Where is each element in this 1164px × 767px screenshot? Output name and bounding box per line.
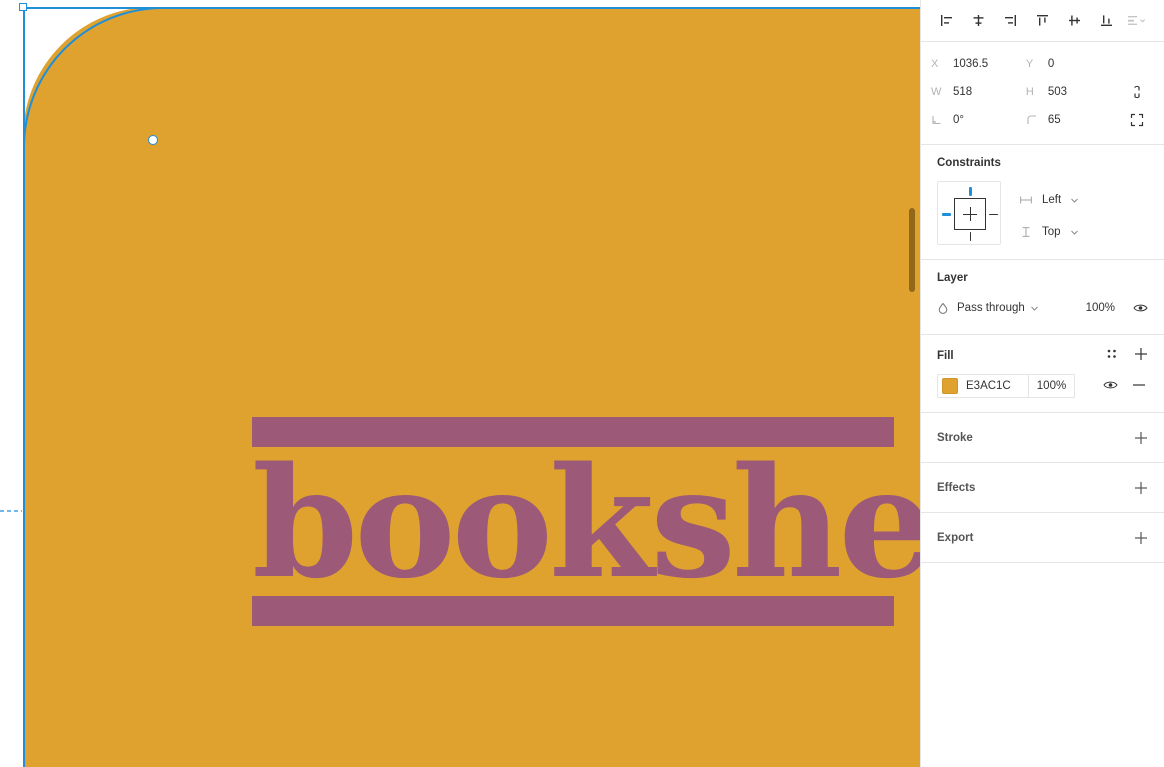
align-horizontal-centers-icon[interactable] — [963, 7, 995, 35]
y-field[interactable]: Y 0 — [1026, 52, 1121, 76]
x-field[interactable]: X 1036.5 — [931, 52, 1026, 76]
selection-outline-top — [23, 7, 920, 9]
add-stroke-button[interactable] — [1134, 431, 1148, 445]
fill-color-input[interactable]: E3AC1C 100% — [937, 374, 1075, 398]
fill-hex-value[interactable]: E3AC1C — [966, 380, 1028, 392]
fill-styles-icon[interactable] — [1106, 348, 1118, 363]
selection-outline-left — [23, 7, 25, 767]
angle-icon — [931, 114, 953, 126]
fill-swatch[interactable] — [942, 378, 958, 394]
h-value: 503 — [1047, 86, 1068, 98]
effects-section: Effects — [921, 463, 1164, 512]
constraints-widget[interactable] — [937, 181, 1001, 245]
visibility-eye-icon[interactable] — [1133, 302, 1148, 314]
size-row: W 518 H 503 — [931, 78, 1154, 106]
constraint-handle-right[interactable] — [989, 213, 998, 215]
resize-handle-top-left[interactable] — [19, 3, 27, 11]
align-toolbar — [921, 0, 1164, 41]
add-effect-button[interactable] — [1134, 481, 1148, 495]
constraints-title: Constraints — [937, 157, 1001, 169]
corner-radius-value: 65 — [1047, 114, 1061, 126]
rotation-value: 0° — [953, 114, 964, 126]
geometry-properties: X 1036.5 Y 0 W 518 H 503 0° 65 — [921, 42, 1164, 144]
vertical-constraint-icon — [1019, 226, 1033, 238]
constraint-handle-left[interactable] — [942, 213, 951, 216]
corner-radius-handle[interactable] — [148, 135, 158, 145]
stroke-title: Stroke — [937, 431, 973, 444]
constraints-center-v — [969, 207, 971, 221]
align-bottom-icon[interactable] — [1090, 7, 1122, 35]
alignment-guide — [0, 510, 22, 512]
remove-fill-button[interactable] — [1132, 378, 1146, 395]
fill-title: Fill — [937, 349, 954, 362]
vertical-constraint-value: Top — [1042, 226, 1061, 238]
w-value: 518 — [953, 86, 973, 98]
fill-section: Fill E3AC1C 100% — [921, 335, 1164, 412]
x-value: 1036.5 — [953, 58, 989, 70]
proportion-lock-icon[interactable] — [1121, 84, 1154, 100]
effects-title: Effects — [937, 481, 976, 494]
independent-corners-icon[interactable] — [1121, 113, 1154, 127]
constraint-handle-top[interactable] — [969, 187, 972, 196]
height-field[interactable]: H 503 — [1026, 80, 1121, 104]
align-vertical-centers-icon[interactable] — [1058, 7, 1090, 35]
vertical-constraint-select[interactable]: Top — [1019, 221, 1079, 243]
fill-opacity-value[interactable]: 100% — [1028, 374, 1074, 398]
x-label: X — [931, 58, 939, 70]
rotation-radius-row: 0° 65 — [931, 106, 1154, 134]
h-label: H — [1025, 86, 1034, 98]
rotation-field[interactable]: 0° — [931, 108, 1026, 132]
chevron-down-icon — [1070, 228, 1079, 237]
properties-panel: X 1036.5 Y 0 W 518 H 503 0° 65 Constrain… — [920, 0, 1164, 767]
corner-radius-field[interactable]: 65 — [1026, 108, 1121, 132]
logo-wordmark: bookshelf — [252, 433, 920, 612]
horizontal-constraint-icon — [1019, 194, 1033, 206]
distribute-more-icon[interactable] — [1122, 7, 1154, 35]
chevron-down-icon[interactable] — [1030, 304, 1039, 313]
design-canvas[interactable]: bookshelf — [0, 0, 920, 767]
layer-opacity-value[interactable]: 100% — [1086, 302, 1133, 314]
layer-title: Layer — [937, 272, 968, 284]
layer-section: Layer Pass through 100% — [921, 260, 1164, 334]
bookshelf-logo-group[interactable]: bookshelf — [252, 417, 920, 626]
add-fill-button[interactable] — [1134, 347, 1148, 364]
w-label: W — [931, 86, 942, 98]
position-row: X 1036.5 Y 0 — [931, 50, 1154, 78]
chevron-down-icon — [1070, 196, 1079, 205]
horizontal-constraint-value: Left — [1042, 194, 1062, 206]
stroke-section: Stroke — [921, 413, 1164, 462]
y-label: Y — [1025, 58, 1034, 70]
artboard-shape[interactable]: bookshelf — [23, 7, 920, 767]
add-export-button[interactable] — [1134, 531, 1148, 545]
align-top-icon[interactable] — [1027, 7, 1059, 35]
align-left-icon[interactable] — [931, 7, 963, 35]
horizontal-constraint-select[interactable]: Left — [1019, 189, 1079, 211]
export-section: Export — [921, 513, 1164, 562]
blend-mode-value[interactable]: Pass through — [957, 302, 1025, 314]
corner-radius-icon — [1026, 114, 1048, 126]
fill-visibility-eye-icon[interactable] — [1103, 379, 1118, 394]
y-value: 0 — [1047, 58, 1055, 70]
canvas-vertical-scrollbar[interactable] — [909, 208, 915, 292]
divider — [921, 562, 1164, 563]
figma-design-tool: bookshelf — [0, 0, 1164, 767]
constraint-handle-bottom[interactable] — [969, 232, 971, 241]
constraints-section: Constraints Left Top — [921, 145, 1164, 259]
export-title: Export — [937, 531, 974, 544]
align-right-icon[interactable] — [995, 7, 1027, 35]
width-field[interactable]: W 518 — [931, 80, 1026, 104]
blend-mode-icon — [937, 302, 957, 314]
